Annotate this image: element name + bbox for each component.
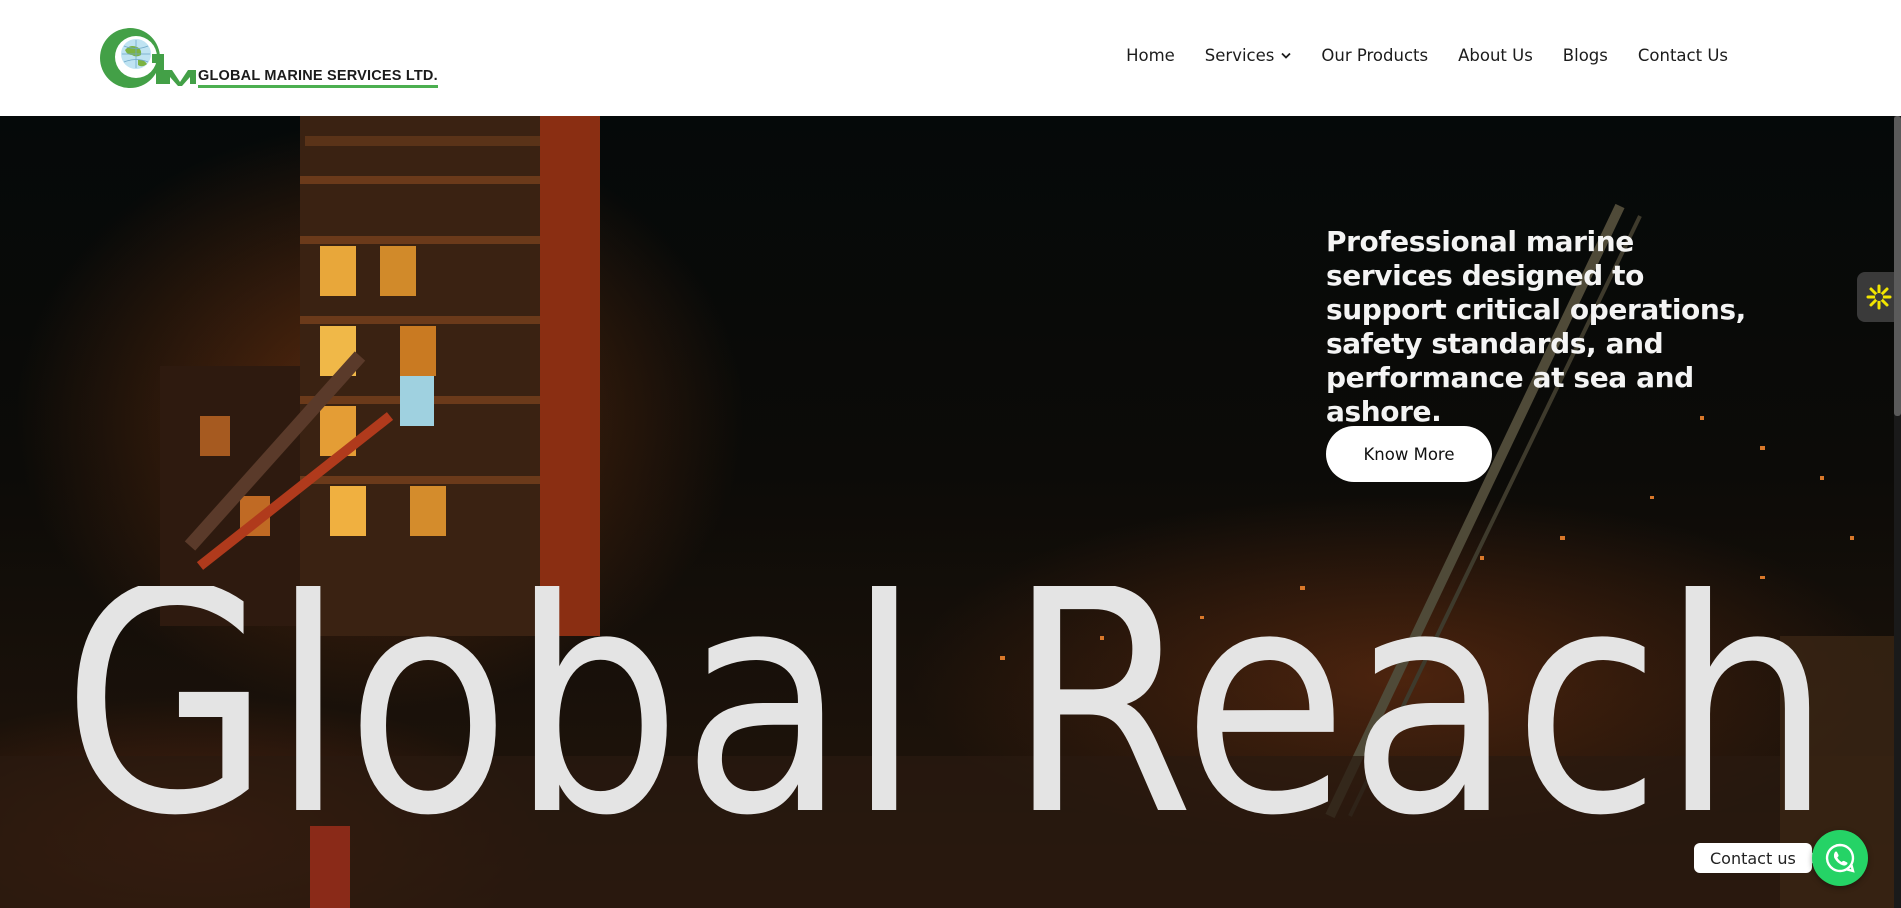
nav-services-label: Services bbox=[1204, 46, 1275, 65]
nav-our-products[interactable]: Our Products bbox=[1321, 46, 1428, 65]
nav-services[interactable]: Services bbox=[1205, 46, 1292, 65]
hero-big-title: Global Reach bbox=[62, 586, 1832, 836]
hero-big-title-text: Global Reach bbox=[62, 586, 1832, 836]
nav-home[interactable]: Home bbox=[1126, 46, 1175, 65]
logo-mark-icon bbox=[100, 28, 196, 88]
whatsapp-button[interactable] bbox=[1812, 830, 1868, 886]
hero-section: Professional marine services designed to… bbox=[0, 116, 1901, 908]
nav-contact-us[interactable]: Contact Us bbox=[1638, 46, 1728, 65]
contact-us-label[interactable]: Contact us bbox=[1694, 843, 1819, 873]
page-scrollbar[interactable] bbox=[1894, 116, 1901, 908]
know-more-button[interactable]: Know More bbox=[1326, 426, 1492, 482]
hero-headline: Professional marine services designed to… bbox=[1326, 225, 1746, 428]
accessibility-icon bbox=[1866, 284, 1892, 310]
chevron-down-icon bbox=[1281, 52, 1292, 59]
nav-blogs[interactable]: Blogs bbox=[1563, 46, 1608, 65]
logo-wordmark: GLOBAL MARINE SERVICES LTD. bbox=[198, 68, 438, 88]
site-logo[interactable]: GLOBAL MARINE SERVICES LTD. bbox=[92, 24, 438, 94]
nav-about-us[interactable]: About Us bbox=[1458, 46, 1533, 65]
whatsapp-icon bbox=[1825, 843, 1855, 873]
main-nav: Home Services Our Products About Us Blog… bbox=[1126, 46, 1728, 65]
site-header: GLOBAL MARINE SERVICES LTD. Home Service… bbox=[0, 0, 1901, 116]
scrollbar-thumb[interactable] bbox=[1894, 116, 1901, 416]
